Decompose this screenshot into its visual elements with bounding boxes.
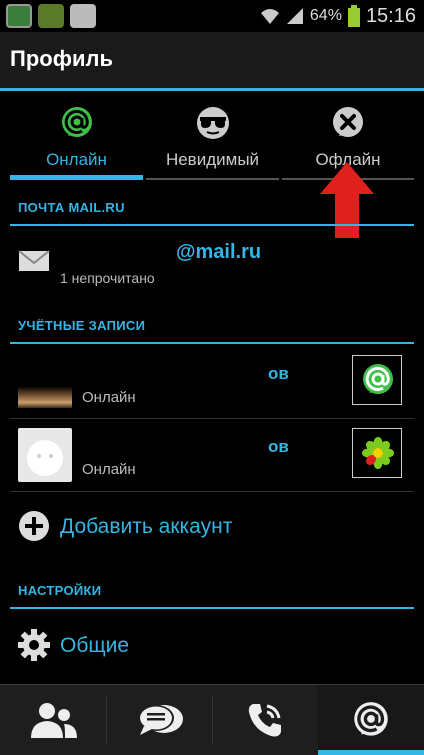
- settings-section-divider: [10, 607, 414, 609]
- default-avatar-icon: [27, 440, 63, 476]
- page-title: Профиль: [10, 46, 113, 71]
- icq-flower-icon: [362, 437, 394, 469]
- offline-x-icon: [333, 107, 363, 137]
- envelope-icon: [18, 250, 50, 271]
- nav-profile-button[interactable]: [318, 685, 424, 755]
- nav-contacts-button[interactable]: [0, 685, 106, 755]
- account-name: ов: [268, 364, 289, 383]
- mail-agent-online-icon: [61, 107, 92, 137]
- avatar: [18, 428, 72, 482]
- battery-percent: 64%: [309, 7, 342, 24]
- status-clock: 15:16: [365, 4, 416, 27]
- invisible-sunglasses-icon: [196, 107, 229, 139]
- accounts-section-divider: [10, 342, 414, 344]
- account-status: Онлайн: [82, 461, 136, 478]
- account-service-badge[interactable]: [352, 355, 402, 405]
- status-bar: 64% 15:16: [0, 0, 424, 32]
- general-settings-label: Общие: [60, 634, 130, 657]
- bottom-navigation: [0, 684, 424, 755]
- unread-count: 1 непрочитано: [60, 270, 155, 286]
- mail-agent-icon: [363, 364, 393, 394]
- tab-invisible-label: Невидимый: [165, 150, 260, 169]
- action-bar: Профиль: [0, 32, 424, 88]
- gear-icon: [18, 629, 50, 661]
- image-notification-icon: [70, 4, 96, 28]
- mail-section-header: ПОЧТА MAIL.RU: [18, 200, 125, 215]
- tab-invisible-indicator: [146, 178, 279, 180]
- avatar: [18, 354, 72, 408]
- tab-online[interactable]: Онлайн: [10, 92, 143, 180]
- wifi-icon: [260, 9, 279, 24]
- nav-chats-button[interactable]: [106, 685, 212, 755]
- tab-online-indicator: [10, 175, 143, 180]
- action-bar-divider: [0, 88, 424, 91]
- nav-active-indicator: [318, 750, 424, 755]
- email-redaction: [58, 238, 176, 268]
- mail-agent-notification-icon: [6, 4, 32, 28]
- account-service-badge[interactable]: [352, 428, 402, 478]
- row-divider: [10, 418, 414, 419]
- signal-icon: [286, 8, 303, 24]
- chats-icon: [138, 705, 183, 735]
- email-address: @mail.ru: [176, 241, 262, 263]
- contacts-icon: [31, 703, 77, 738]
- add-account-label: Добавить аккаунт: [60, 515, 233, 538]
- accounts-section-header: УЧЁТНЫЕ ЗАПИСИ: [18, 318, 146, 333]
- battery-icon: [347, 5, 360, 27]
- tab-online-label: Онлайн: [46, 150, 107, 169]
- tab-invisible[interactable]: Невидимый: [146, 92, 279, 180]
- nav-calls-button[interactable]: [212, 685, 318, 755]
- row-divider: [10, 491, 414, 492]
- add-circle-icon: [19, 511, 49, 541]
- account-name-redaction: [72, 430, 268, 460]
- account-status: Онлайн: [82, 389, 136, 406]
- calls-icon: [248, 704, 281, 737]
- settings-section-header: НАСТРОЙКИ: [18, 583, 102, 598]
- profile-at-icon: [354, 702, 388, 736]
- account-name-redaction: [72, 356, 268, 386]
- account-name: ов: [268, 437, 289, 456]
- app-notification-icon: [38, 4, 64, 28]
